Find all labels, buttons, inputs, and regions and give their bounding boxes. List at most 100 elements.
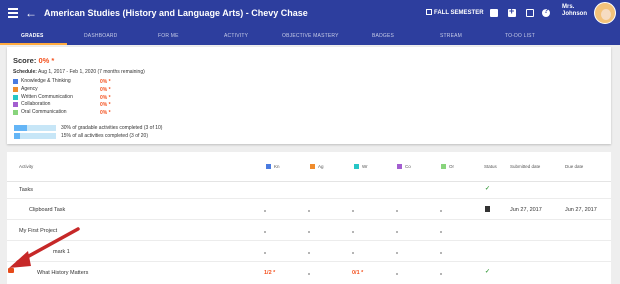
print-icon[interactable] xyxy=(490,9,498,17)
header-co[interactable]: Co xyxy=(397,164,411,169)
header-wr-label: Wr xyxy=(362,164,368,169)
category-swatch xyxy=(13,79,18,84)
header-submitted-date[interactable]: Submitted date xyxy=(510,164,540,169)
check-icon: ✓ xyxy=(485,269,491,275)
schedule-value: Aug 1, 2017 - Feb 1, 2020 (7 months rema… xyxy=(38,69,145,75)
header-kn[interactable]: Kn xyxy=(266,164,280,169)
category-name: Agency xyxy=(21,85,38,92)
active-tab-indicator xyxy=(0,43,67,45)
table-row[interactable]: My First Project xyxy=(7,220,611,241)
empty-grade xyxy=(308,252,310,254)
row-activity: Tasks xyxy=(19,187,34,193)
row-grade-kn[interactable]: 1/2 * xyxy=(264,270,275,276)
category-swatch xyxy=(354,164,359,169)
score-value: 0% * xyxy=(38,56,55,65)
score-card: Score: 0% * Schedule: Aug 1, 2017 - Feb … xyxy=(7,47,611,144)
header-due-date[interactable]: Due date xyxy=(565,164,583,169)
category-value: 0% * xyxy=(100,86,111,93)
empty-grade xyxy=(396,231,398,233)
semester-selector[interactable]: FALL SEMESTER xyxy=(426,9,484,16)
semester-label: FALL SEMESTER xyxy=(434,10,484,16)
empty-grade xyxy=(264,252,266,254)
row-activity: mark 1 xyxy=(53,249,70,255)
header-or[interactable]: Or xyxy=(441,164,454,169)
flag-icon[interactable] xyxy=(8,268,14,273)
category-name: Oral Communication xyxy=(21,109,67,116)
category-swatch xyxy=(13,110,18,116)
empty-grade xyxy=(308,273,310,275)
category-name: Collaboration xyxy=(21,101,51,108)
user-name-line2: Johnson xyxy=(562,11,587,17)
header-activity[interactable]: Activity xyxy=(19,164,33,169)
row-grade-wr[interactable]: 0/1 * xyxy=(352,270,363,276)
header-kn-label: Kn xyxy=(274,164,280,169)
row-due-date: Jun 27, 2017 xyxy=(565,207,597,213)
row-activity: What History Matters xyxy=(37,270,89,276)
category-name: Knowledge & Thinking xyxy=(21,78,71,84)
progress-fill xyxy=(14,125,27,131)
empty-grade xyxy=(308,231,310,233)
category-value: 0% * xyxy=(100,102,111,109)
progress-bar-gradable xyxy=(14,125,56,131)
tab-for-me[interactable]: FOR ME xyxy=(158,33,179,39)
empty-grade xyxy=(396,252,398,254)
row-activity: My First Project xyxy=(19,228,58,234)
progress-fill xyxy=(14,133,21,139)
tab-objective-mastery[interactable]: OBJECTIVE MASTERY xyxy=(282,33,339,39)
clipboard-icon[interactable] xyxy=(526,9,534,17)
user-name-line1: Mrs. xyxy=(562,4,575,10)
header-status[interactable]: Status xyxy=(484,164,497,169)
schedule-label: Schedule: xyxy=(13,69,37,75)
empty-grade xyxy=(396,210,398,212)
progress-bar-all xyxy=(14,133,56,139)
category-name: Written Communication xyxy=(21,93,73,100)
empty-grade xyxy=(440,273,442,275)
category-swatch xyxy=(13,86,18,92)
category-swatch xyxy=(266,164,271,169)
table-row[interactable]: Clipboard Task Jun 27, 2017 Jun 27, 2017 xyxy=(7,199,611,220)
table-header: Activity Kn Ag Wr Co Or Status Submitted… xyxy=(7,152,611,182)
empty-grade xyxy=(352,231,354,233)
tab-activity[interactable]: ACTIVITY xyxy=(224,33,248,39)
back-arrow-icon[interactable]: ← xyxy=(25,6,37,20)
tab-badges[interactable]: BADGES xyxy=(372,33,394,39)
check-icon: ✓ xyxy=(485,186,491,192)
category-swatch xyxy=(13,102,18,108)
progress-text-gradable: 30% of gradable activities completed (3 … xyxy=(61,125,163,131)
category-swatch xyxy=(441,164,446,169)
table-row[interactable]: What History Matters 1/2 * 0/1 * ✓ xyxy=(7,262,611,284)
empty-grade xyxy=(352,252,354,254)
category-swatch xyxy=(310,164,315,169)
tab-stream[interactable]: STREAM xyxy=(440,33,462,39)
category-value: 0% * xyxy=(100,94,111,101)
tab-to-do-list[interactable]: TO-DO LIST xyxy=(505,33,535,39)
row-activity: Clipboard Task xyxy=(29,207,66,213)
empty-grade xyxy=(264,231,266,233)
header-wr[interactable]: Wr xyxy=(354,164,368,169)
table-row[interactable]: mark 1 xyxy=(7,241,611,262)
user-name[interactable]: Mrs. Johnson xyxy=(562,4,587,18)
category-value: 0% * xyxy=(100,110,111,117)
empty-grade xyxy=(440,252,442,254)
category-swatch xyxy=(397,164,402,169)
tab-dashboard[interactable]: DASHBOARD xyxy=(84,33,117,39)
calendar-icon xyxy=(426,9,432,15)
empty-grade xyxy=(264,210,266,212)
header-ag-label: Ag xyxy=(318,164,324,169)
category-swatch xyxy=(13,94,18,100)
header-ag[interactable]: Ag xyxy=(310,164,324,169)
empty-grade xyxy=(352,210,354,212)
empty-grade xyxy=(396,273,398,275)
avatar[interactable] xyxy=(594,2,616,24)
menu-icon[interactable] xyxy=(8,8,18,18)
category-value: 0% * xyxy=(100,79,111,85)
empty-grade xyxy=(440,210,442,212)
table-row[interactable]: Tasks ✓ xyxy=(7,182,611,199)
empty-grade xyxy=(440,231,442,233)
add-icon[interactable] xyxy=(508,6,516,17)
document-icon[interactable] xyxy=(485,206,490,212)
score-heading: Score: 0% * xyxy=(13,56,54,65)
help-icon[interactable] xyxy=(542,8,550,17)
tab-grades[interactable]: GRADES xyxy=(21,33,44,39)
grades-table: Activity Kn Ag Wr Co Or Status Submitted… xyxy=(7,152,611,284)
